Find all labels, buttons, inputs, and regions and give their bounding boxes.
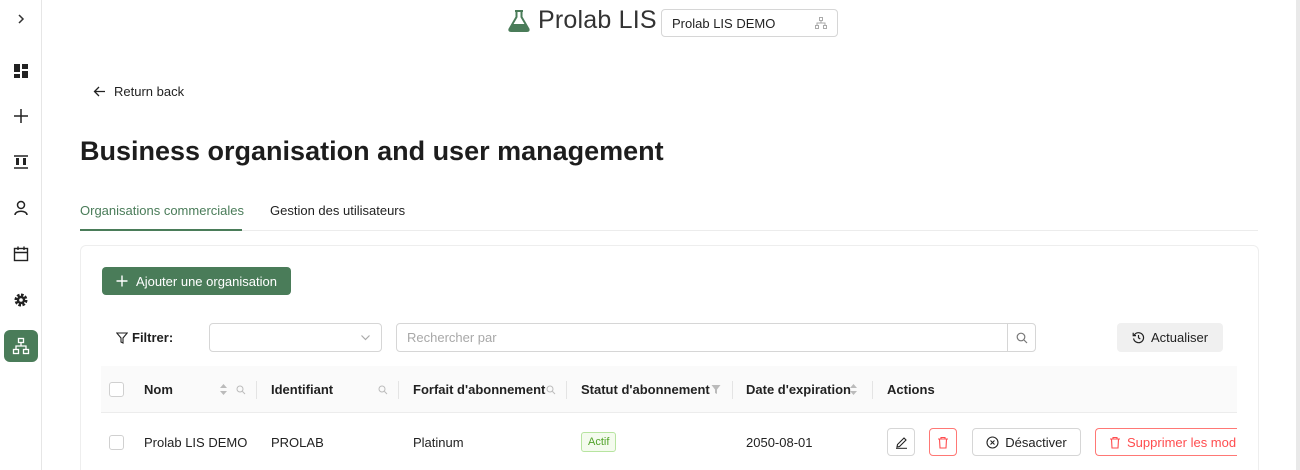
cell-name: Prolab LIS DEMO	[144, 435, 248, 450]
filter-icon[interactable]	[711, 384, 721, 395]
arrow-left-icon	[93, 86, 105, 97]
refresh-button[interactable]: Actualiser	[1117, 323, 1223, 352]
row-checkbox[interactable]	[109, 435, 124, 450]
cell-expiration: 2050-08-01	[746, 435, 813, 450]
sidebar-item-samples[interactable]	[4, 146, 38, 178]
plus-icon	[14, 109, 28, 123]
sidebar-item-settings[interactable]	[4, 284, 38, 316]
test-tubes-icon	[14, 155, 28, 169]
filter-label: Filtrer:	[116, 330, 173, 345]
sidebar-item-patients[interactable]	[4, 192, 38, 224]
filter-icon	[116, 331, 128, 344]
edit-icon	[895, 436, 907, 449]
search-icon[interactable]	[236, 385, 246, 395]
search-field	[396, 323, 1036, 352]
column-header-nom[interactable]: Nom	[144, 382, 173, 397]
trash-icon	[938, 436, 948, 449]
sort-icon[interactable]	[849, 383, 858, 396]
org-chart-icon	[12, 337, 30, 355]
deactivate-label: Désactiver	[1005, 434, 1067, 450]
sidebar-item-organisations[interactable]	[4, 330, 38, 362]
tab-gestion-utilisateurs[interactable]: Gestion des utilisateurs	[270, 203, 405, 218]
calendar-icon	[13, 246, 29, 262]
scrollbar-track[interactable]	[1296, 0, 1300, 470]
plus-icon	[116, 275, 128, 287]
edit-button[interactable]	[887, 428, 915, 456]
column-header-statut[interactable]: Statut d'abonnement	[581, 382, 710, 397]
flask-logo-icon	[508, 9, 530, 32]
active-tab-indicator	[80, 229, 242, 231]
chevron-down-icon	[361, 335, 370, 341]
org-chart-icon	[815, 17, 827, 29]
search-icon	[1016, 332, 1027, 343]
refresh-label: Actualiser	[1150, 330, 1209, 345]
organisation-selector[interactable]: Prolab LIS DEMO	[661, 9, 838, 37]
filter-label-text: Filtrer:	[132, 330, 174, 345]
dashboard-icon	[14, 64, 28, 78]
column-divider	[398, 381, 399, 399]
sidebar-item-calendar[interactable]	[4, 238, 38, 270]
gear-icon	[14, 293, 28, 307]
search-icon[interactable]	[378, 385, 388, 395]
return-back-label: Return back	[114, 84, 185, 99]
deactivate-button[interactable]: Désactiver	[972, 428, 1081, 456]
search-input[interactable]	[397, 324, 997, 351]
table-header: Nom Identifiant Forfait d'abonnement Sta…	[101, 366, 1237, 413]
history-icon	[1132, 332, 1145, 344]
search-icon[interactable]	[546, 385, 556, 395]
column-divider	[566, 381, 567, 399]
trash-icon	[1110, 436, 1120, 449]
tab-organisations-commerciales[interactable]: Organisations commerciales	[80, 203, 244, 218]
brand: Prolab LIS	[506, 6, 657, 35]
column-divider	[872, 381, 873, 399]
return-back-link[interactable]: Return back	[93, 84, 184, 99]
organisation-selector-value: Prolab LIS DEMO	[672, 15, 776, 31]
cell-identifier: PROLAB	[271, 435, 324, 450]
sort-icon[interactable]	[219, 383, 228, 396]
sidebar-expand-button[interactable]	[4, 3, 38, 35]
select-all-checkbox[interactable]	[109, 382, 124, 397]
search-button[interactable]	[1007, 324, 1035, 351]
column-header-date-expiration[interactable]: Date d'expiration	[746, 382, 851, 397]
delete-modules-button[interactable]: Supprimer les mod	[1095, 428, 1237, 456]
filter-select[interactable]	[209, 323, 382, 352]
column-header-forfait[interactable]: Forfait d'abonnement	[413, 382, 545, 397]
tabs: Organisations commerciales Gestion des u…	[80, 196, 1258, 231]
chevron-right-icon	[18, 14, 25, 24]
cell-plan: Platinum	[413, 435, 464, 450]
sidebar	[0, 0, 42, 470]
add-organisation-label: Ajouter une organisation	[136, 273, 277, 289]
brand-title: Prolab LIS	[538, 6, 657, 34]
column-header-identifiant[interactable]: Identifiant	[271, 382, 333, 397]
sidebar-item-dashboard[interactable]	[4, 55, 38, 87]
column-divider	[256, 381, 257, 399]
column-divider	[732, 381, 733, 399]
delete-modules-label: Supprimer les mod	[1127, 434, 1237, 450]
add-organisation-button[interactable]: Ajouter une organisation	[102, 267, 291, 295]
page-title: Business organisation and user managemen…	[80, 136, 664, 166]
column-header-actions: Actions	[887, 382, 935, 397]
status-badge: Actif	[581, 432, 617, 452]
close-circle-icon	[986, 435, 999, 449]
sidebar-item-add[interactable]	[4, 100, 38, 132]
delete-button[interactable]	[929, 428, 957, 456]
user-icon	[14, 200, 28, 216]
